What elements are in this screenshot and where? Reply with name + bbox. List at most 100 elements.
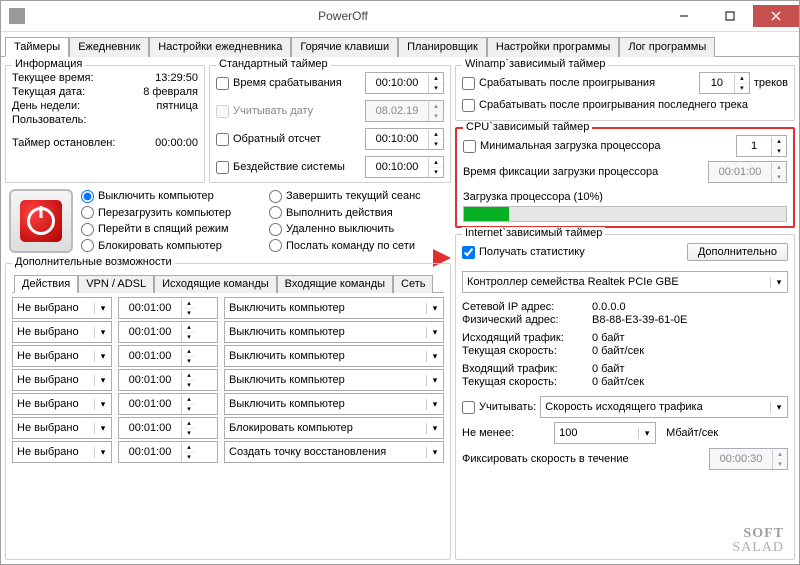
info-key: Пользователь: [12, 114, 107, 126]
table-row: Не выбрано▾ 00:01:00▴▾ Создать точку восст… [12, 441, 444, 463]
info-value: пятница [107, 100, 198, 112]
tab-1[interactable]: Ежедневник [69, 37, 149, 57]
row-action-combo[interactable]: Не выбрано▾ [12, 345, 112, 367]
row-target-combo[interactable]: Выключить компьютер▾ [224, 321, 444, 343]
watermark: SOFTSALAD [732, 527, 784, 555]
row-action-combo[interactable]: Не выбрано▾ [12, 417, 112, 439]
net-min-combo[interactable]: 100▾ [554, 422, 656, 444]
winamp-after-n-checkbox[interactable]: Срабатывать после проигрывания [462, 77, 655, 90]
main-tabs: ТаймерыЕжедневникНастройки ежедневникаГо… [1, 32, 799, 57]
net-stats-checkbox[interactable]: Получать статистику [462, 246, 585, 259]
cpu-minload-spinner[interactable]: 1▴▾ [736, 135, 787, 157]
net-value: 0 байт/сек [592, 345, 788, 357]
cpu-load-label: Загрузка процессора (10%) [463, 191, 787, 203]
net-key: Текущая скорость: [462, 345, 592, 357]
row-time-spinner[interactable]: 00:01:00▴▾ [118, 393, 218, 415]
row-target-combo[interactable]: Выключить компьютер▾ [224, 393, 444, 415]
cpu-fixtime-spinner[interactable]: 00:01:00▴▾ [708, 161, 787, 183]
action-radio[interactable]: Выполнить действия [269, 206, 447, 221]
winamp-after-last-checkbox[interactable]: Срабатывать после проигрывания последнег… [462, 99, 748, 112]
std-spinner[interactable]: 00:10:00▴▾ [365, 72, 444, 94]
row-action-combo[interactable]: Не выбрано▾ [12, 369, 112, 391]
row-action-combo[interactable]: Не выбрано▾ [12, 393, 112, 415]
std-spinner[interactable]: 08.02.19▴▾ [365, 100, 444, 122]
net-key: Текущая скорость: [462, 376, 592, 388]
action-radio[interactable]: Перезагрузить компьютер [81, 206, 259, 221]
row-action-combo[interactable]: Не выбрано▾ [12, 321, 112, 343]
tab-6[interactable]: Лог программы [619, 37, 715, 57]
info-value: 8 февраля [107, 86, 198, 98]
action-radio[interactable]: Удаленно выключить [269, 222, 447, 237]
action-radio[interactable]: Выключить компьютер [81, 189, 259, 204]
power-button[interactable] [9, 189, 73, 253]
net-value: 0 байт [592, 363, 788, 375]
window-title: PowerOff [25, 9, 661, 23]
std-checkbox[interactable]: Учитывать дату [216, 105, 313, 118]
row-action-combo[interactable]: Не выбрано▾ [12, 297, 112, 319]
tab-2[interactable]: Настройки ежедневника [149, 37, 291, 57]
table-row: Не выбрано▾ 00:01:00▴▾ Блокировать компьют… [12, 417, 444, 439]
row-time-spinner[interactable]: 00:01:00▴▾ [118, 297, 218, 319]
row-target-combo[interactable]: Создать точку восстановления▾ [224, 441, 444, 463]
net-adapter-combo[interactable]: Контроллер семейства Realtek PCIe GBE▾ [462, 271, 788, 293]
std-checkbox[interactable]: Время срабатывания [216, 77, 342, 90]
std-checkbox[interactable]: Бездействие системы [216, 161, 345, 174]
net-consider-combo[interactable]: Скорость исходящего трафика▾ [540, 396, 788, 418]
row-time-spinner[interactable]: 00:01:00▴▾ [118, 321, 218, 343]
net-more-button[interactable]: Дополнительно [687, 243, 788, 261]
info-group: Информация Текущее время:13:29:50Текущая… [5, 65, 205, 183]
tab-3[interactable]: Горячие клавиши [291, 37, 398, 57]
power-icon [27, 207, 55, 235]
net-min-label: Не менее: [462, 427, 514, 439]
subtab[interactable]: VPN / ADSL [78, 275, 154, 293]
info-key: Текущая дата: [12, 86, 107, 98]
winamp-tracks-spinner[interactable]: 10▴▾ [699, 72, 750, 94]
timer-stopped-label: Таймер остановлен: [12, 137, 151, 149]
cpu-fixtime-label: Время фиксации загрузки процессора [463, 166, 658, 178]
net-consider-checkbox[interactable]: Учитывать: [462, 401, 536, 414]
row-target-combo[interactable]: Выключить компьютер▾ [224, 297, 444, 319]
std-spinner[interactable]: 00:10:00▴▾ [365, 128, 444, 150]
maximize-button[interactable] [707, 5, 753, 27]
std-spinner[interactable]: 00:10:00▴▾ [365, 156, 444, 178]
row-time-spinner[interactable]: 00:01:00▴▾ [118, 345, 218, 367]
close-button[interactable] [753, 5, 799, 27]
row-action-combo[interactable]: Не выбрано▾ [12, 441, 112, 463]
table-row: Не выбрано▾ 00:01:00▴▾ Выключить компьютер… [12, 345, 444, 367]
tab-5[interactable]: Настройки программы [487, 37, 619, 57]
table-row: Не выбрано▾ 00:01:00▴▾ Выключить компьютер… [12, 321, 444, 343]
row-target-combo[interactable]: Выключить компьютер▾ [224, 345, 444, 367]
standard-timer-group: Стандартный таймер Время срабатывания00:… [209, 65, 451, 183]
cpu-minload-checkbox[interactable]: Минимальная загрузка процессора [463, 140, 660, 153]
row-target-combo[interactable]: Блокировать компьютер▾ [224, 417, 444, 439]
minimize-button[interactable] [661, 5, 707, 27]
row-time-spinner[interactable]: 00:01:00▴▾ [118, 369, 218, 391]
action-radio[interactable]: Перейти в спящий режим [81, 222, 259, 237]
timer-stopped-value: 00:00:00 [155, 137, 198, 149]
action-radios: Выключить компьютер Завершить текущий сеа… [77, 185, 451, 257]
action-radio[interactable]: Послать команду по сети [269, 239, 447, 254]
action-radio[interactable]: Завершить текущий сеанс [269, 189, 447, 204]
info-key: День недели: [12, 100, 107, 112]
cpu-group: CPU`зависимый таймер Минимальная загрузк… [455, 127, 795, 228]
winamp-tracks-unit: треков [754, 77, 788, 89]
subtab[interactable]: Сеть [393, 275, 433, 293]
table-row: Не выбрано▾ 00:01:00▴▾ Выключить компьютер… [12, 297, 444, 319]
net-fix-spinner[interactable]: 00:00:30▴▾ [709, 448, 788, 470]
row-time-spinner[interactable]: 00:01:00▴▾ [118, 441, 218, 463]
tab-0[interactable]: Таймеры [5, 37, 69, 57]
std-checkbox[interactable]: Обратный отсчет [216, 133, 321, 146]
net-key: Исходящий трафик: [462, 332, 592, 344]
net-min-unit: Мбайт/сек [666, 427, 718, 439]
action-radio[interactable]: Блокировать компьютер [81, 239, 259, 254]
subtab[interactable]: Действия [14, 275, 78, 293]
tab-4[interactable]: Планировщик [398, 37, 487, 57]
subtab[interactable]: Входящие команды [277, 275, 393, 293]
titlebar: PowerOff [1, 1, 799, 32]
row-time-spinner[interactable]: 00:01:00▴▾ [118, 417, 218, 439]
table-row: Не выбрано▾ 00:01:00▴▾ Выключить компьютер… [12, 393, 444, 415]
net-value: 0 байт [592, 332, 788, 344]
row-target-combo[interactable]: Выключить компьютер▾ [224, 369, 444, 391]
net-fix-label: Фиксировать скорость в течение [462, 453, 629, 465]
subtab[interactable]: Исходящие команды [154, 275, 277, 293]
